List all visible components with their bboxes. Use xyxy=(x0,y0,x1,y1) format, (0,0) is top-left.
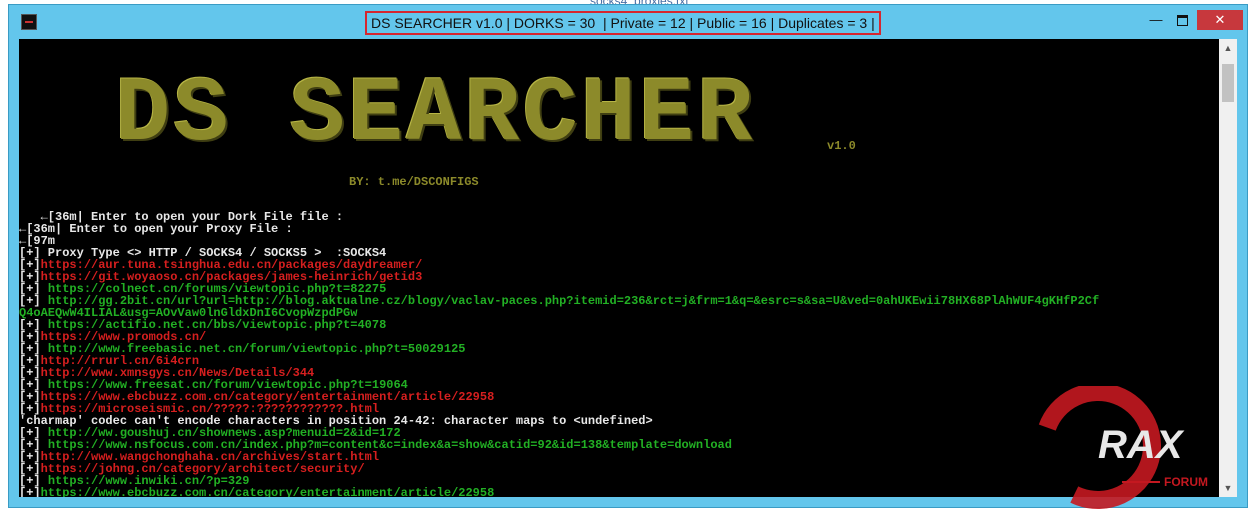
line-url: https://www.promods.cn/ xyxy=(40,331,207,343)
window-title: DS SEARCHER v1.0 | DORKS = 30 | Private … xyxy=(365,11,881,35)
line-url: https://www.ebcbuzz.com.cn/category/ente… xyxy=(40,487,495,497)
line-url: http://www.xmnsgys.cn/News/Details/344 xyxy=(40,367,315,379)
crax-forum-watermark: RAX FORUM xyxy=(1036,386,1208,509)
line-text: 'charmap' codec can't encode characters … xyxy=(19,415,653,427)
minimize-button[interactable]: — xyxy=(1143,10,1169,30)
console-line: [+]https://git.woyaoso.cn/packages/james… xyxy=(19,271,1219,283)
line-url: https://aur.tuna.tsinghua.edu.cn/package… xyxy=(40,259,423,271)
console-line: [+] https://colnect.cn/forums/viewtopic.… xyxy=(19,283,1219,295)
line-prefix: [+] xyxy=(19,487,41,497)
close-button[interactable]: ✕ xyxy=(1197,10,1243,30)
ascii-logo: DS SEARCHER xyxy=(115,62,756,167)
line-url: https://microseismic.cn/?????:??????????… xyxy=(40,403,380,415)
maximize-icon xyxy=(1176,15,1188,27)
console-line: [+] Proxy Type <> HTTP / SOCKS4 / SOCKS5… xyxy=(19,247,1219,259)
app-icon[interactable] xyxy=(21,14,37,30)
line-prefix: [+] xyxy=(19,331,41,343)
line-prefix: [+] xyxy=(19,355,41,367)
line-text: Q4oAEQwW4ILIAL&usg=AOvVaw0lnGldxDnI6Cvop… xyxy=(19,307,358,319)
watermark-brand: RAX xyxy=(1098,423,1185,467)
line-prefix: [+] xyxy=(19,391,41,403)
line-prefix: [+] xyxy=(19,271,41,283)
line-prefix: [+] xyxy=(19,439,48,451)
console-line: ←[36m| Enter to open your Proxy File : xyxy=(19,223,1219,235)
console-line: ←[97m xyxy=(19,235,1219,247)
console-line: [+] http://gg.2bit.cn/url?url=http://blo… xyxy=(19,295,1219,307)
line-url: https://johng.cn/category/architect/secu… xyxy=(40,463,365,475)
line-prefix: [+] xyxy=(19,259,41,271)
line-url: https://colnect.cn/forums/viewtopic.php?… xyxy=(47,283,387,295)
console-line: [+]https://www.promods.cn/ xyxy=(19,331,1219,343)
watermark-sub: FORUM xyxy=(1164,475,1208,489)
line-url: https://git.woyaoso.cn/packages/james-he… xyxy=(40,271,423,283)
line-url: https://www.freesat.cn/forum/viewtopic.p… xyxy=(47,379,408,391)
line-prefix: [+] xyxy=(19,343,48,355)
line-url: https://actifio.net.cn/bbs/viewtopic.php… xyxy=(47,319,387,331)
console-line: ←[36m| Enter to open your Dork File file… xyxy=(19,211,1219,223)
line-prefix: [+] xyxy=(19,475,48,487)
line-url: https://www.inwiki.cn/?p=329 xyxy=(47,475,250,487)
line-url: http://www.freebasic.net.cn/forum/viewto… xyxy=(47,343,466,355)
line-text: ←[36m| Enter to open your Dork File file… xyxy=(19,211,344,223)
line-url: http://www.wangchonghaha.cn/archives/sta… xyxy=(40,451,380,463)
line-text: ←[36m| Enter to open your Proxy File : xyxy=(19,223,293,235)
line-url: http://rrurl.cn/6i4crn xyxy=(40,355,200,367)
line-prefix: [+] xyxy=(19,379,48,391)
line-prefix: [+] xyxy=(19,451,41,463)
title-bar[interactable]: DS SEARCHER v1.0 | DORKS = 30 | Private … xyxy=(9,5,1247,39)
line-prefix: [+] xyxy=(19,283,48,295)
line-prefix: [+] xyxy=(19,295,48,307)
console-line: [+] https://actifio.net.cn/bbs/viewtopic… xyxy=(19,319,1219,331)
console-line: [+]https://aur.tuna.tsinghua.edu.cn/pack… xyxy=(19,259,1219,271)
line-prefix: [+] xyxy=(19,427,48,439)
line-prefix: [+] xyxy=(19,367,41,379)
console-line: Q4oAEQwW4ILIAL&usg=AOvVaw0lnGldxDnI6Cvop… xyxy=(19,307,1219,319)
logo-version: v1.0 xyxy=(827,139,856,153)
console-line: [+] http://www.freebasic.net.cn/forum/vi… xyxy=(19,343,1219,355)
scrollbar-thumb[interactable] xyxy=(1222,64,1234,102)
console-line: [+]http://www.xmnsgys.cn/News/Details/34… xyxy=(19,367,1219,379)
maximize-button[interactable] xyxy=(1169,10,1195,30)
console-line: [+]http://rrurl.cn/6i4crn xyxy=(19,355,1219,367)
line-url: https://www.ebcbuzz.com.cn/category/ente… xyxy=(40,391,495,403)
line-prefix: [+] xyxy=(19,403,41,415)
line-url: http://ww.goushuj.cn/shownews.asp?menuid… xyxy=(47,427,401,439)
line-prefix: [+] xyxy=(19,463,41,475)
author-byline: BY: t.me/DSCONFIGS xyxy=(349,175,479,189)
scroll-up-arrow-icon[interactable]: ▲ xyxy=(1219,39,1237,57)
line-text: ←[97m xyxy=(19,235,56,247)
line-url: https://www.nsfocus.com.cn/index.php?m=c… xyxy=(47,439,732,451)
line-prefix: [+] xyxy=(19,319,48,331)
line-url: http://gg.2bit.cn/url?url=http://blog.ak… xyxy=(47,295,1100,307)
line-text: [+] Proxy Type <> HTTP / SOCKS4 / SOCKS5… xyxy=(19,247,387,259)
